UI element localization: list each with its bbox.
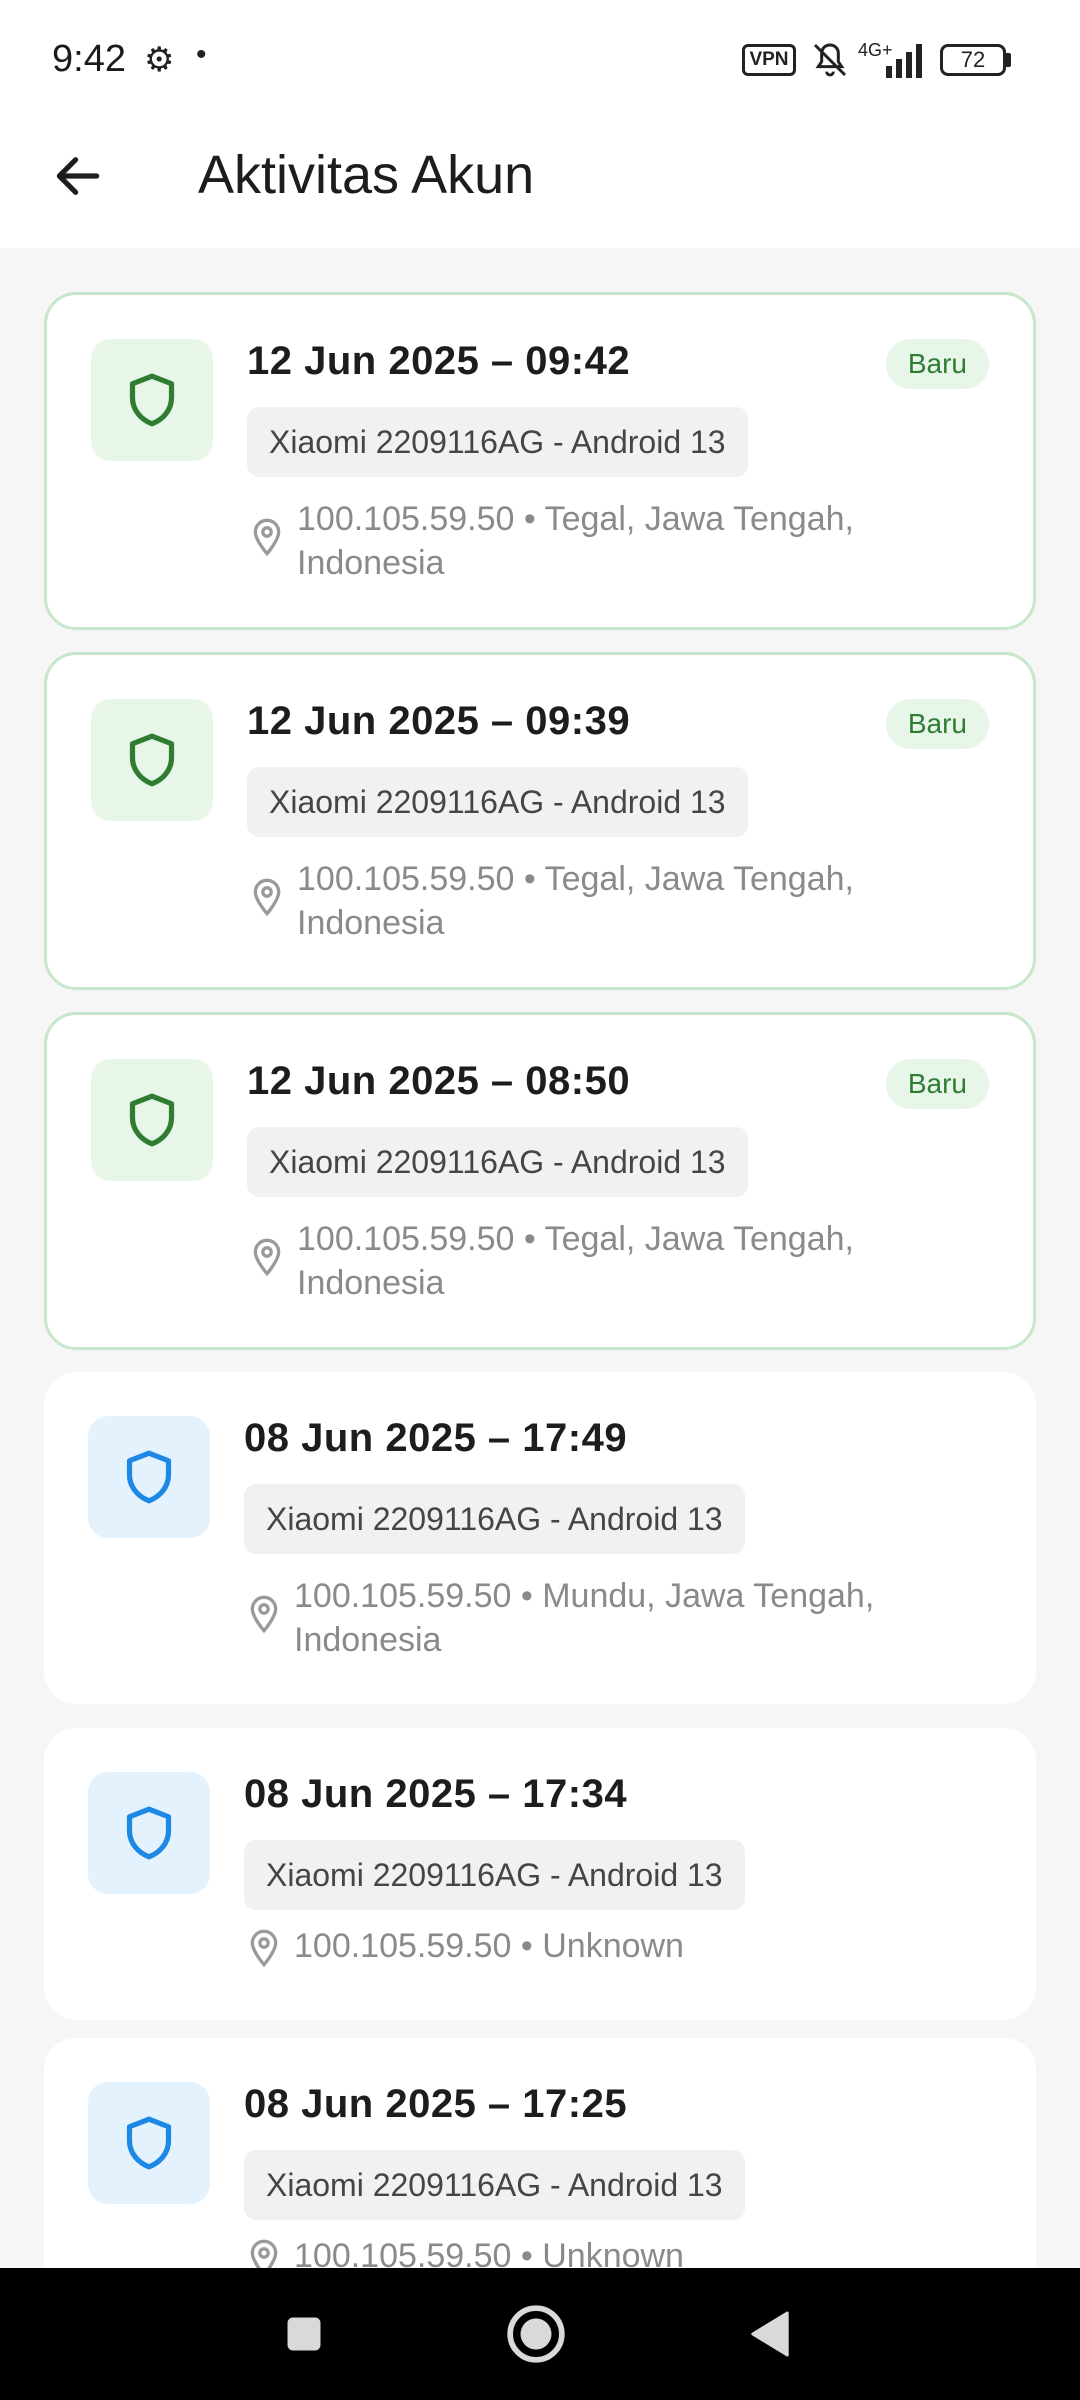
shield-tile — [88, 1416, 210, 1538]
shield-icon — [126, 2116, 172, 2170]
signal-icon — [886, 44, 922, 78]
activity-time: 12 Jun 2025 – 09:39 — [247, 699, 631, 743]
activity-list[interactable]: 12 Jun 2025 – 09:42 Baru Xiaomi 2209116A… — [0, 248, 1080, 2268]
device-chip: Xiaomi 2209116AG - Android 13 — [247, 407, 748, 477]
back-nav-button[interactable] — [734, 2298, 806, 2370]
recents-button[interactable] — [268, 2298, 340, 2370]
location-row: 100.105.59.50 • Unknown — [244, 2234, 984, 2268]
system-nav-bar — [0, 2268, 1080, 2400]
location-pin-icon — [253, 518, 281, 557]
arrow-left-icon — [56, 157, 100, 195]
activity-time: 08 Jun 2025 – 17:34 — [244, 1772, 628, 1816]
location-row: 100.105.59.50 • Tegal, Jawa Tengah, Indo… — [247, 857, 987, 945]
location-text: 100.105.59.50 • Unknown — [294, 2237, 684, 2268]
shield-icon — [126, 1806, 172, 1860]
activity-card[interactable]: 08 Jun 2025 – 17:49 Xiaomi 2209116AG - A… — [44, 1372, 1036, 1704]
device-chip: Xiaomi 2209116AG - Android 13 — [247, 767, 748, 837]
square-icon — [287, 2317, 321, 2351]
new-badge: Baru — [885, 699, 989, 749]
status-time: 9:42 — [52, 38, 126, 80]
shield-tile — [88, 1772, 210, 1894]
circle-icon — [507, 2305, 565, 2363]
back-button[interactable] — [40, 138, 116, 214]
triangle-back-icon — [751, 2311, 789, 2357]
notification-dot-icon: • — [196, 38, 207, 71]
app-bar: Aktivitas Akun — [0, 120, 1080, 248]
location-row: 100.105.59.50 • Tegal, Jawa Tengah, Indo… — [247, 1217, 987, 1305]
status-bar: 9:42 ⚙ • VPN 4G+ 72 — [0, 0, 1080, 120]
location-text: 100.105.59.50 • Mundu, Jawa Tengah, Indo… — [294, 1577, 875, 1659]
location-row: 100.105.59.50 • Unknown — [244, 1924, 984, 1968]
shield-icon — [129, 733, 175, 787]
activity-time: 08 Jun 2025 – 17:49 — [244, 1416, 628, 1460]
page-title: Aktivitas Akun — [198, 145, 535, 205]
device-chip: Xiaomi 2209116AG - Android 13 — [244, 2150, 745, 2220]
activity-card[interactable]: 12 Jun 2025 – 09:39 Baru Xiaomi 2209116A… — [44, 652, 1036, 990]
activity-card[interactable]: 08 Jun 2025 – 17:25 Xiaomi 2209116AG - A… — [44, 2038, 1036, 2268]
settings-gear-icon: ⚙ — [144, 41, 175, 79]
new-badge: Baru — [885, 1059, 989, 1109]
location-text: 100.105.59.50 • Tegal, Jawa Tengah, Indo… — [297, 860, 854, 942]
location-text: 100.105.59.50 • Tegal, Jawa Tengah, Indo… — [297, 500, 854, 582]
location-row: 100.105.59.50 • Mundu, Jawa Tengah, Indo… — [244, 1574, 984, 1662]
shield-icon — [129, 373, 175, 427]
activity-time: 08 Jun 2025 – 17:25 — [244, 2082, 628, 2126]
location-text: 100.105.59.50 • Unknown — [294, 1927, 684, 1965]
activity-time: 12 Jun 2025 – 09:42 — [247, 339, 631, 383]
activity-card[interactable]: 08 Jun 2025 – 17:34 Xiaomi 2209116AG - A… — [44, 1728, 1036, 2020]
new-badge: Baru — [885, 339, 989, 389]
battery-tip — [1006, 53, 1011, 67]
shield-tile — [91, 339, 213, 461]
shield-tile — [91, 699, 213, 821]
battery-icon: 72 — [940, 44, 1006, 76]
location-pin-icon — [250, 1929, 278, 1968]
vpn-icon: VPN — [742, 44, 796, 76]
shield-tile — [91, 1059, 213, 1181]
location-text: 100.105.59.50 • Tegal, Jawa Tengah, Indo… — [297, 1220, 854, 1302]
activity-card[interactable]: 12 Jun 2025 – 08:50 Baru Xiaomi 2209116A… — [44, 1012, 1036, 1350]
activity-card[interactable]: 12 Jun 2025 – 09:42 Baru Xiaomi 2209116A… — [44, 292, 1036, 630]
home-button[interactable] — [500, 2298, 572, 2370]
activity-time: 12 Jun 2025 – 08:50 — [247, 1059, 631, 1103]
shield-tile — [88, 2082, 210, 2204]
location-pin-icon — [253, 1238, 281, 1277]
shield-icon — [129, 1093, 175, 1147]
location-row: 100.105.59.50 • Tegal, Jawa Tengah, Indo… — [247, 497, 987, 585]
bell-off-icon — [813, 43, 847, 77]
shield-icon — [126, 1450, 172, 1504]
location-pin-icon — [253, 878, 281, 917]
location-pin-icon — [250, 2239, 278, 2268]
device-chip: Xiaomi 2209116AG - Android 13 — [244, 1484, 745, 1554]
device-chip: Xiaomi 2209116AG - Android 13 — [244, 1840, 745, 1910]
location-pin-icon — [250, 1595, 278, 1634]
device-chip: Xiaomi 2209116AG - Android 13 — [247, 1127, 748, 1197]
